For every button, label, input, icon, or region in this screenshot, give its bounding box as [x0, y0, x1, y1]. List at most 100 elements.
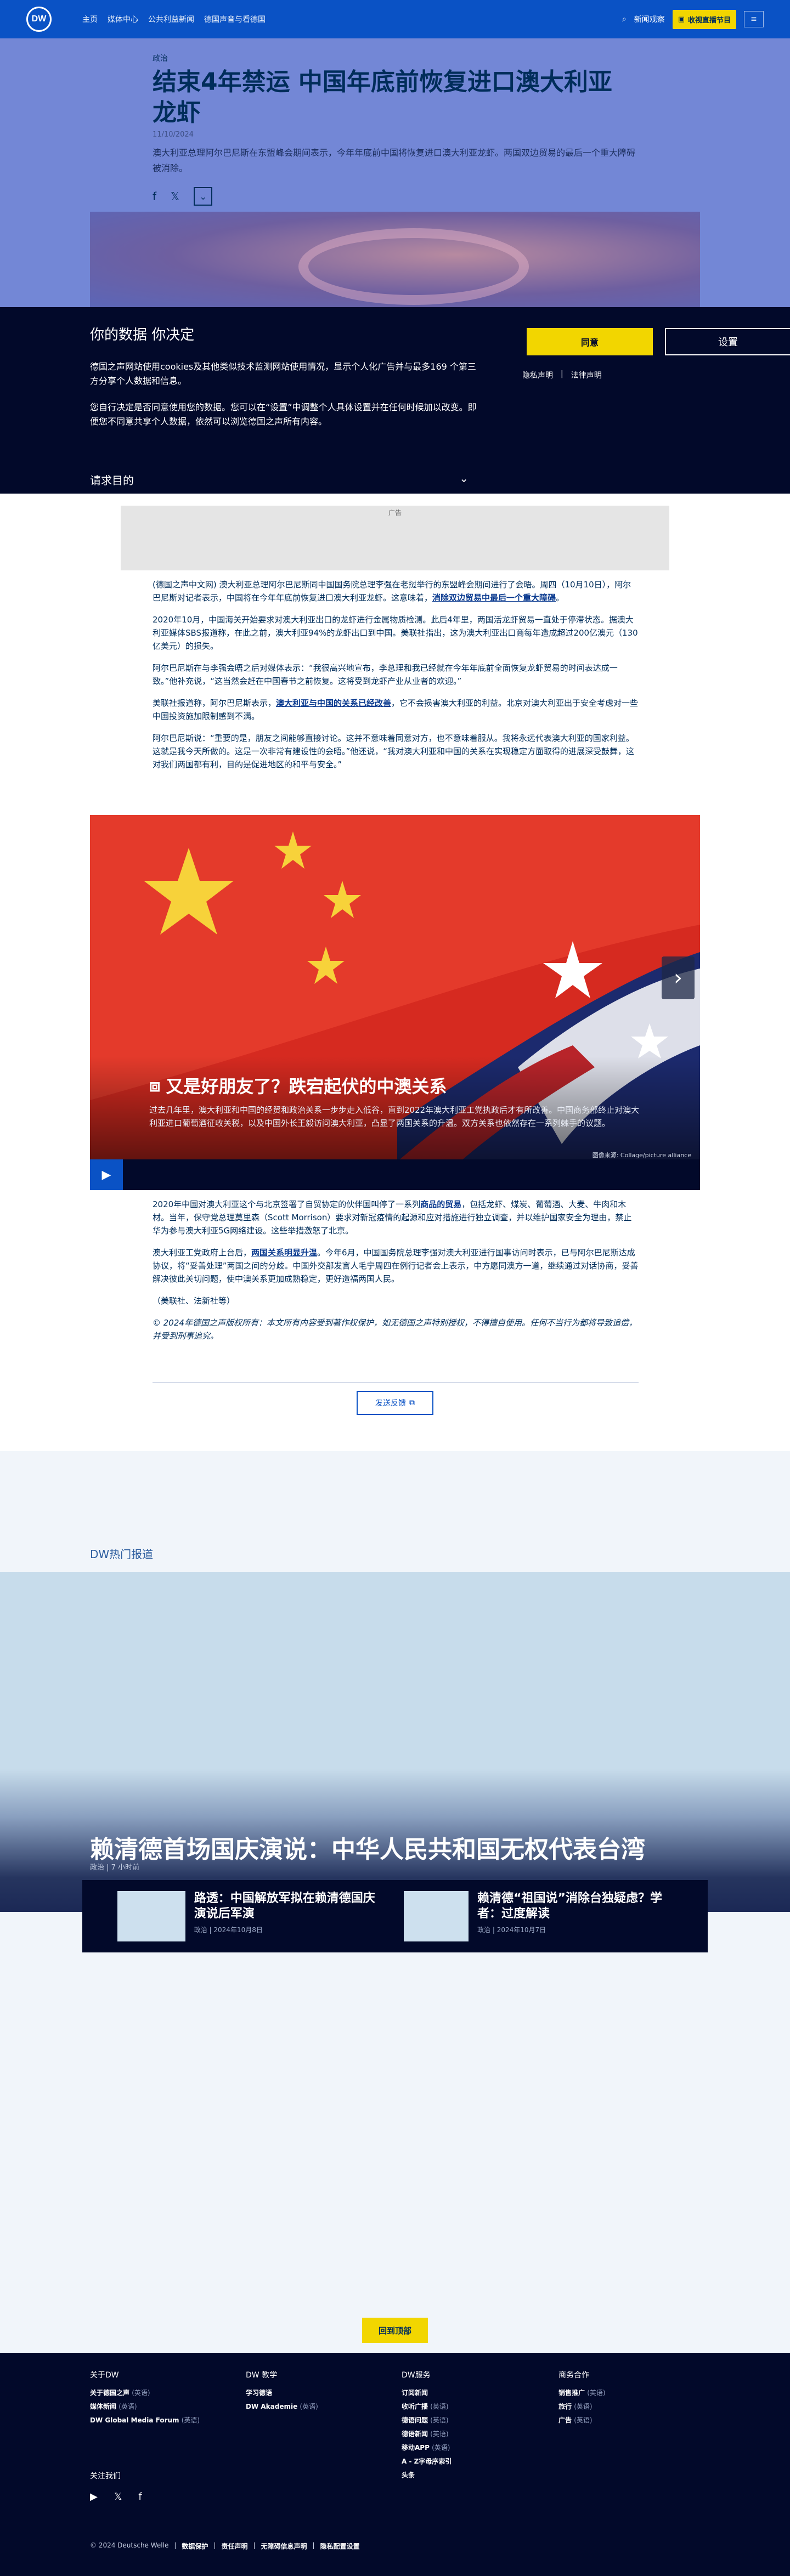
- legal-link-data-protection[interactable]: 数据保护: [182, 2541, 208, 2551]
- gallery-next-button[interactable]: ›: [662, 956, 695, 999]
- article-paragraph: 2020年中国对澳大利亚这个与北京签署了自贸协定的伙伴国叫停了一系列商品的贸易，…: [153, 1198, 639, 1237]
- footer-heading: 商务合作: [558, 2371, 589, 2380]
- footer-link[interactable]: 媒体新闻 (英语): [90, 2402, 233, 2411]
- chevron-down-icon: ⌄: [459, 472, 469, 485]
- facebook-icon[interactable]: f: [153, 190, 156, 203]
- footer-link-text: 德语新闻: [402, 2430, 428, 2438]
- facebook-icon[interactable]: f: [138, 2491, 142, 2503]
- footer-link[interactable]: 移动APP (英语): [402, 2443, 544, 2452]
- footer-link-text: 媒体新闻: [90, 2403, 117, 2410]
- legal-separator: |: [213, 2541, 216, 2549]
- main-nav: 主页 媒体中心 公共利益新闻 德国声音与看德国: [82, 14, 266, 25]
- image-credit: 图像来源: Collage/picture alliance: [592, 1152, 691, 1159]
- gallery-title[interactable]: ⧈ 又是好朋友了？跌宕起伏的中澳关系: [149, 1073, 643, 1098]
- footer-heading: 关于DW: [90, 2371, 119, 2380]
- purposes-toggle[interactable]: 请求目的 ⌄: [90, 472, 469, 488]
- paragraph-text-end: 。: [556, 593, 565, 603]
- trending-meta: 政治 | 7 小时前: [90, 1864, 140, 1872]
- footer-link[interactable]: 头条: [402, 2470, 544, 2479]
- gallery-caption: ⧈ 又是好朋友了？跌宕起伏的中澳关系 过去几年里，澳大利亚和中国的经贸和政治关系…: [149, 1073, 643, 1130]
- nav-item-german-voices[interactable]: 德国声音与看德国: [204, 14, 266, 25]
- footer-link[interactable]: 旅行 (英语): [558, 2402, 701, 2411]
- footer-link-text: 收听广播: [402, 2403, 428, 2410]
- accept-button[interactable]: 同意: [527, 328, 653, 355]
- news-watch-link[interactable]: 新闻观察: [634, 14, 665, 25]
- footer-link-lang: (英语): [430, 2430, 449, 2438]
- footer-link[interactable]: 订阅新闻: [402, 2388, 544, 2397]
- image-gallery: ⧈ 又是好朋友了？跌宕起伏的中澳关系 过去几年里，澳大利亚和中国的经贸和政治关系…: [90, 815, 700, 1190]
- x-twitter-icon[interactable]: 𝕏: [171, 190, 179, 203]
- live-tv-label: 收视直播节目: [687, 16, 731, 25]
- legal-link-accessibility[interactable]: 无障碍信息声明: [261, 2541, 307, 2551]
- inline-link-relations-warming[interactable]: 两国关系明显升温: [251, 1248, 317, 1258]
- teaser-meta: 政治 | 2024年10月8日: [194, 1926, 263, 1934]
- article-headline: 结束4年禁运 中国年底前恢复进口澳大利亚龙虾: [153, 68, 612, 127]
- consent-text-2: 您自行决定是否同意使用您的数据。您可以在“设置”中调整个人具体设置并在任何时候加…: [90, 402, 477, 427]
- consent-title: 你的数据 你决定: [90, 327, 195, 343]
- article-date: 11/10/2024: [153, 131, 194, 139]
- x-twitter-icon[interactable]: 𝕏: [114, 2491, 122, 2503]
- teaser-card[interactable]: 赖清德“祖国说”消除台独疑虑？学者：过度解读 政治 | 2024年10月7日: [404, 1891, 667, 1944]
- gallery-bottom-bar: [90, 1159, 700, 1190]
- china-australia-flags-image: [90, 815, 700, 1190]
- footer-link-text: 学习德语: [246, 2389, 273, 2397]
- youtube-icon[interactable]: ▶: [90, 2491, 98, 2503]
- inline-link-relations-improved[interactable]: 澳大利亚与中国的关系已经改善: [276, 698, 391, 708]
- footer-link[interactable]: 销售推广 (英语): [558, 2388, 701, 2397]
- play-icon[interactable]: ▶: [90, 1159, 123, 1190]
- legal-link[interactable]: 法律声明: [571, 370, 602, 381]
- footer-column-business: 商务合作 销售推广 (英语) 旅行 (英语) 广告 (英语): [558, 2369, 701, 2429]
- paragraph-text: 美联社报道称，阿尔巴尼斯表示，: [153, 698, 276, 708]
- footer-link-text: 销售推广: [558, 2389, 585, 2397]
- teaser-text: 赖清德“祖国说”消除台独疑虑？学者：过度解读 政治 | 2024年10月7日: [477, 1891, 667, 1944]
- footer-link[interactable]: 德语新闻 (英语): [402, 2429, 544, 2438]
- footer-link[interactable]: 关于德国之声 (英语): [90, 2388, 233, 2397]
- footer-link-lang: (英语): [432, 2444, 450, 2452]
- footer-column-about: 关于DW 关于德国之声 (英语) 媒体新闻 (英语) DW Global Med…: [90, 2369, 233, 2429]
- search-icon[interactable]: ⌕: [622, 15, 627, 24]
- dw-logo-circle: DW: [26, 7, 52, 32]
- footer-link-lang: (英语): [430, 2416, 449, 2424]
- footer-link-text: DW Global Media Forum: [90, 2416, 179, 2424]
- footer-link-text: 头条: [402, 2471, 415, 2479]
- share-bar: f 𝕏 ⌄: [153, 187, 635, 206]
- send-feedback-button[interactable]: 发送反馈 ⧉: [357, 1391, 433, 1415]
- nav-item-public-interest[interactable]: 公共利益新闻: [148, 14, 194, 25]
- copyright-notice: © 2024年德国之声版权所有：本文所有内容受到著作权保护，如无德国之声特别授权…: [153, 1318, 637, 1341]
- menu-button[interactable]: ≡: [744, 11, 764, 27]
- privacy-link[interactable]: 隐私声明: [522, 370, 553, 381]
- consent-link-separator: |: [561, 370, 563, 378]
- dw-logo[interactable]: DW: [26, 7, 60, 32]
- nav-item-media[interactable]: 媒体中心: [108, 14, 138, 25]
- live-tv-button[interactable]: ▣ 收视直播节目: [672, 9, 736, 29]
- footer-link[interactable]: 学习德语: [246, 2388, 388, 2397]
- settings-button[interactable]: 设置: [665, 328, 790, 355]
- inline-link-trade-goods[interactable]: 商品的贸易: [420, 1199, 461, 1209]
- footer-link[interactable]: DW Global Media Forum (英语): [90, 2415, 233, 2425]
- footer-link[interactable]: DW Akademie (英语): [246, 2402, 388, 2411]
- trending-headline[interactable]: 赖清德首场国庆演说：中华人民共和国无权代表台湾: [90, 1830, 645, 1865]
- paragraph-text: 2020年中国对澳大利亚这个与北京签署了自贸协定的伙伴国叫停了一系列: [153, 1199, 421, 1209]
- tv-icon: ▣: [678, 15, 685, 24]
- legal-link-privacy-settings[interactable]: 隐私配置设置: [320, 2541, 360, 2551]
- footer: 关于DW 关于德国之声 (英语) 媒体新闻 (英语) DW Global Med…: [0, 2353, 790, 2576]
- consent-text-1: 德国之声网站使用cookies及其他类似技术监测网站使用情况，显示个人化广告并与…: [90, 361, 476, 386]
- footer-link-text: 广告: [558, 2416, 572, 2424]
- footer-column-education: DW 教学 学习德语 DW Akademie (英语): [246, 2369, 388, 2415]
- nav-item-home[interactable]: 主页: [82, 14, 98, 25]
- legal-link-disclaimer[interactable]: 责任声明: [221, 2541, 247, 2551]
- inline-link-trade-barrier[interactable]: 消除双边贸易中最后一个重大障碍: [432, 593, 556, 603]
- back-to-top-button[interactable]: 回到顶部: [362, 2318, 428, 2343]
- footer-link[interactable]: 收听广播 (英语): [402, 2402, 544, 2411]
- article-paragraph: 阿尔巴尼斯说：“重要的是，朋友之间能够直接讨论。这并不意味着同意对方，也不意味着…: [153, 733, 635, 769]
- feedback-icon: ⧉: [409, 1399, 415, 1407]
- footer-link[interactable]: 广告 (英语): [558, 2415, 701, 2425]
- footer-link[interactable]: A - Z字母序索引: [402, 2456, 544, 2466]
- teaser-title: 赖清德“祖国说”消除台独疑虑？学者：过度解读: [477, 1892, 662, 1921]
- teaser-card[interactable]: 路透：中国解放军拟在赖清德国庆演说后军演 政治 | 2024年10月8日: [117, 1891, 381, 1944]
- purposes-label: 请求目的: [90, 474, 134, 487]
- hero-image: [90, 212, 700, 307]
- more-share-chevron-icon[interactable]: ⌄: [194, 187, 213, 206]
- footer-link[interactable]: 德语问题 (英语): [402, 2415, 544, 2425]
- article-kicker[interactable]: 政治: [153, 53, 635, 64]
